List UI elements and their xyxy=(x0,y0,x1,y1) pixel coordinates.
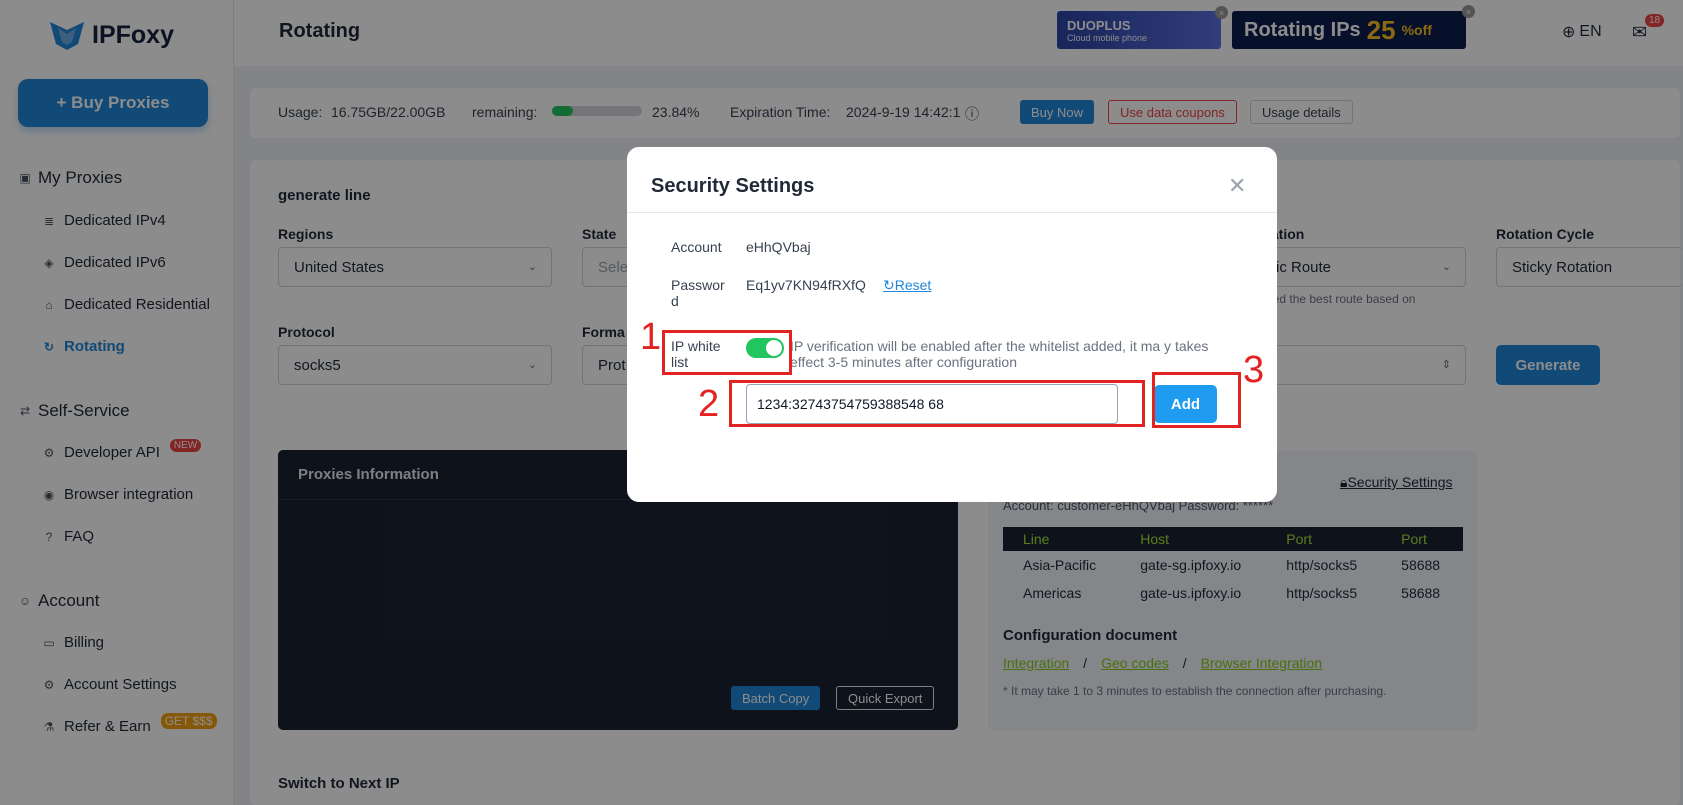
refresh-icon: ↻ xyxy=(883,277,895,293)
password-value: Eq1yv7KN94fRXfQ xyxy=(746,277,866,293)
reset-password-link[interactable]: ↻Reset xyxy=(883,277,931,294)
account-label: Account xyxy=(671,239,722,255)
annotation-box-2 xyxy=(729,380,1145,427)
modal-divider xyxy=(627,212,1277,213)
modal-title: Security Settings xyxy=(651,175,815,197)
annotation-box-1 xyxy=(662,330,792,375)
account-value: eHhQVbaj xyxy=(746,239,811,255)
annotation-number-3: 3 xyxy=(1243,349,1265,391)
annotation-number-2: 2 xyxy=(698,383,720,425)
reset-label: Reset xyxy=(894,277,932,293)
password-label: Passwor d xyxy=(671,277,725,309)
close-icon[interactable]: ✕ xyxy=(1228,173,1246,199)
security-settings-modal: Security Settings ✕ Account eHhQVbaj Pas… xyxy=(627,147,1277,502)
annotation-box-3 xyxy=(1152,372,1241,428)
annotation-number-1: 1 xyxy=(640,316,662,358)
whitelist-note: IP verification will be enabled after th… xyxy=(790,338,1209,370)
